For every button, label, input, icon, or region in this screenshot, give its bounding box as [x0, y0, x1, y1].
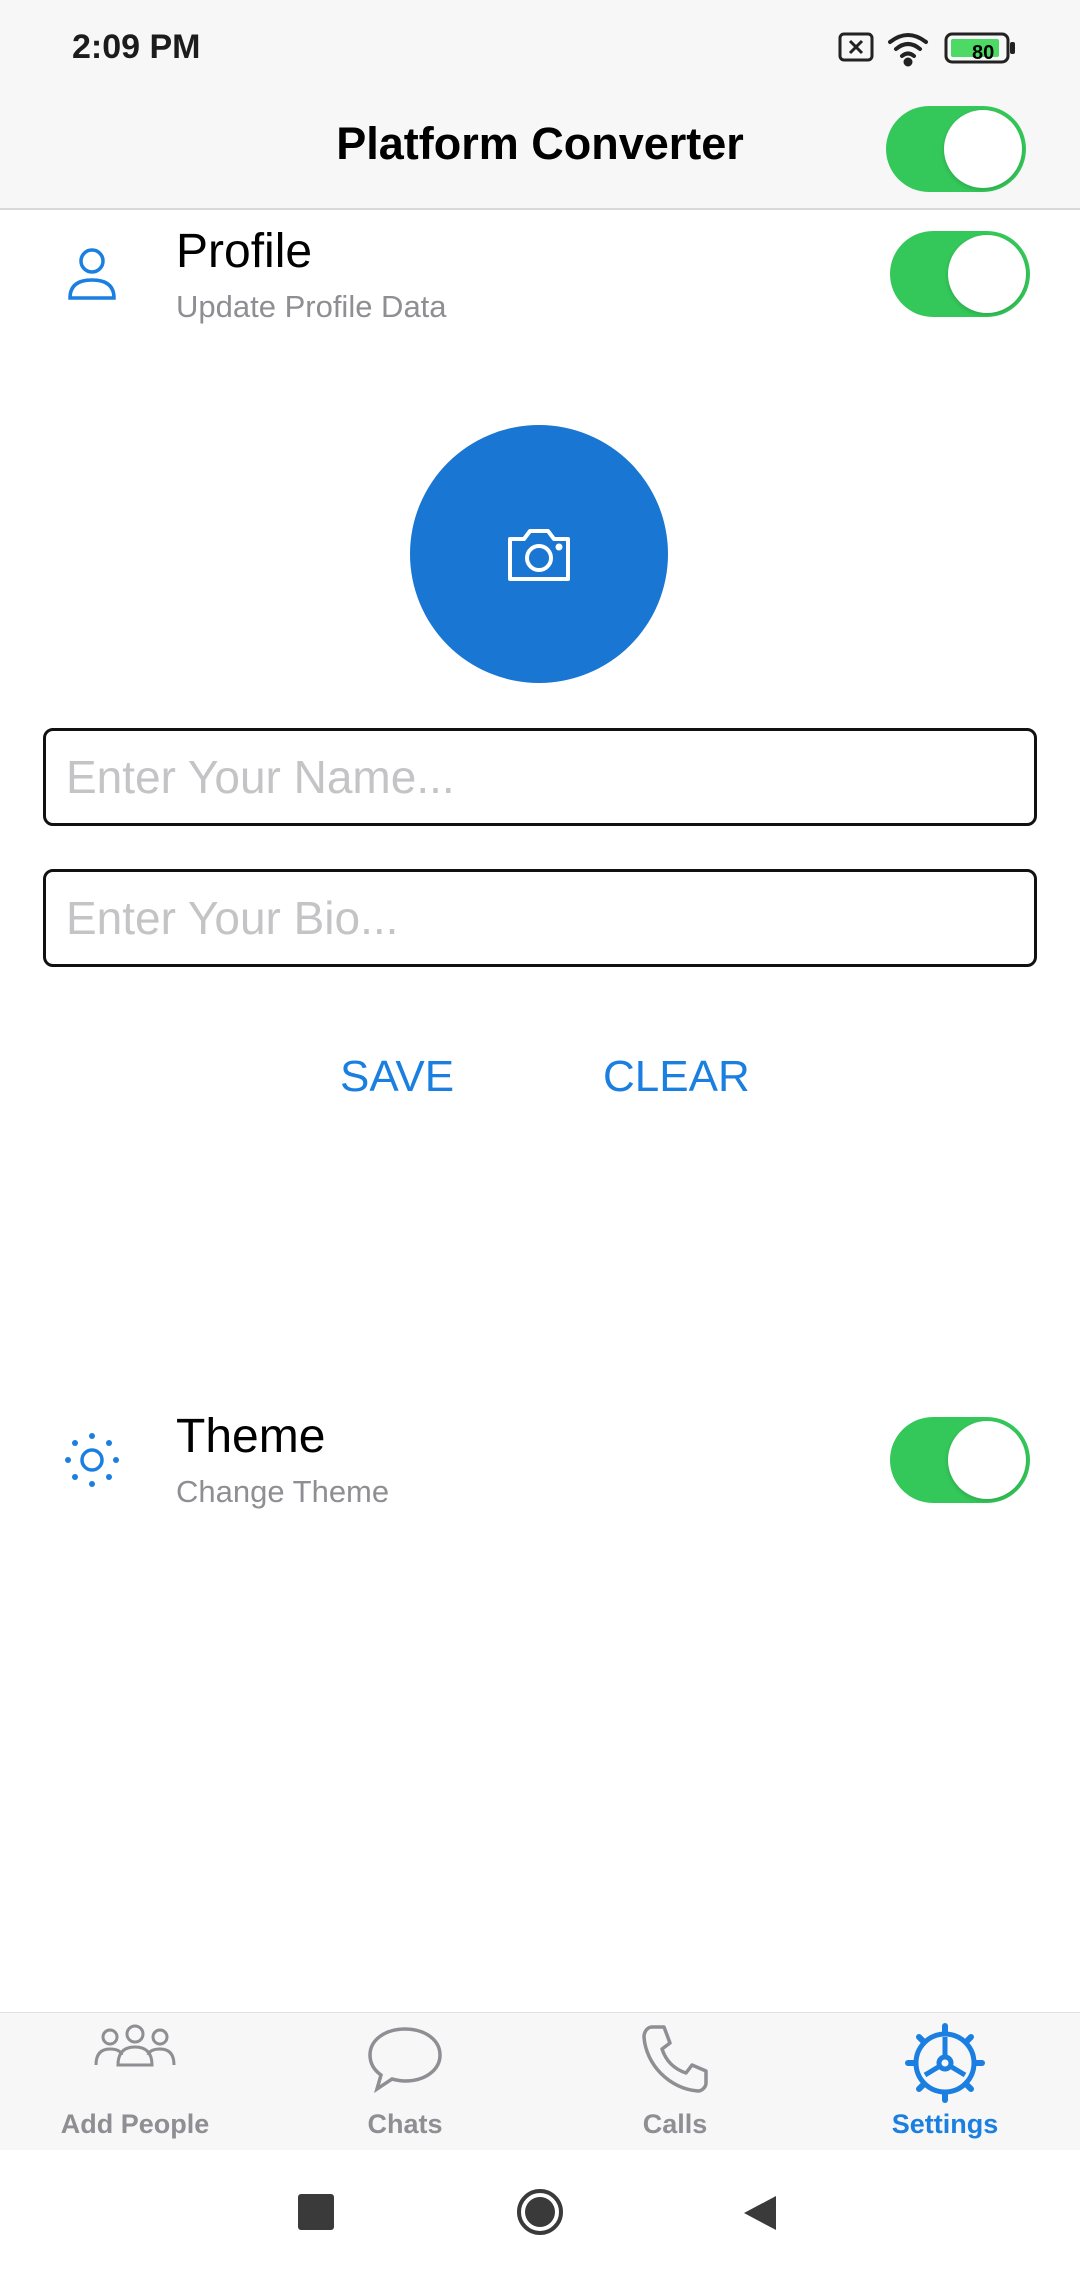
theme-title: Theme: [176, 1410, 326, 1463]
tab-settings[interactable]: Settings: [810, 2013, 1080, 2150]
theme-subtitle: Change Theme: [176, 1474, 390, 1509]
clear-button[interactable]: CLEAR: [603, 1052, 750, 1102]
tab-label: Settings: [891, 2109, 999, 2139]
person-icon: [66, 246, 118, 307]
profile-title: Profile: [176, 225, 313, 278]
home-button[interactable]: [516, 2188, 564, 2236]
profile-subtitle: Update Profile Data: [176, 289, 447, 324]
sun-icon: [64, 1432, 120, 1493]
tab-label: Chats: [367, 2109, 443, 2139]
people-icon: [92, 2023, 178, 2078]
tab-calls[interactable]: Calls: [540, 2013, 810, 2150]
system-nav-bar: [0, 2150, 1080, 2280]
camera-icon: [508, 529, 570, 581]
status-time: 2:09 PM: [72, 28, 201, 66]
name-field[interactable]: [43, 728, 1037, 826]
profile-toggle[interactable]: [890, 231, 1030, 317]
tab-chats[interactable]: Chats: [270, 2013, 540, 2150]
wifi-icon: [888, 33, 928, 67]
toggle-knob: [948, 1421, 1026, 1499]
phone-icon: [640, 2023, 710, 2100]
recent-apps-button[interactable]: [298, 2194, 334, 2230]
tab-label: Add People: [60, 2109, 210, 2139]
toggle-knob: [944, 110, 1022, 188]
back-button[interactable]: [742, 2194, 778, 2232]
theme-toggle[interactable]: [890, 1417, 1030, 1503]
tab-label: Calls: [642, 2109, 708, 2139]
toggle-knob: [948, 235, 1026, 313]
avatar-picker[interactable]: [410, 425, 668, 683]
bottom-tab-bar: Add People Chats Calls Settings: [0, 2012, 1080, 2150]
save-button[interactable]: SAVE: [340, 1052, 454, 1102]
bio-field[interactable]: [43, 869, 1037, 967]
gear-icon: [905, 2023, 985, 2108]
platform-toggle[interactable]: [886, 106, 1026, 192]
status-icons: [838, 26, 1038, 70]
no-sim-icon: [838, 32, 874, 62]
chat-bubble-icon: [365, 2023, 445, 2102]
tab-add-people[interactable]: Add People: [0, 2013, 270, 2150]
battery-level: 80: [972, 42, 995, 64]
